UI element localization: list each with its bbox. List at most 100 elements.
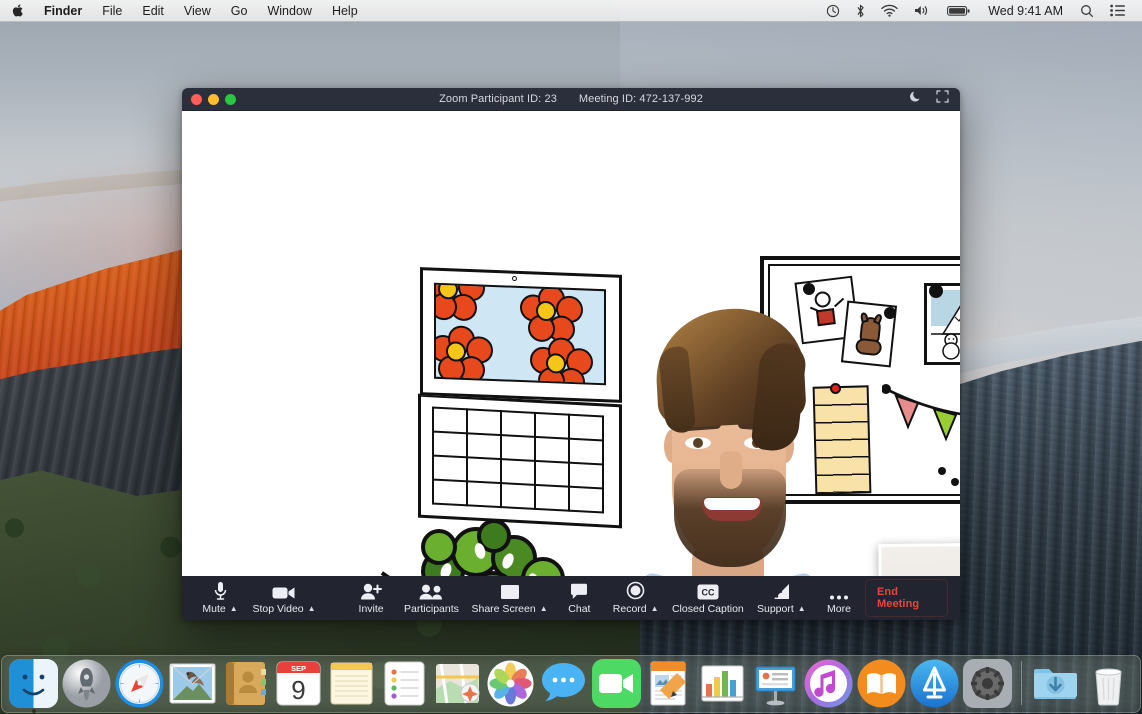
menu-item-edit[interactable]: Edit (132, 0, 174, 22)
chat-bubble-icon (570, 581, 588, 600)
doodle-plant-foliage (417, 523, 569, 576)
speaker-eye-left (685, 437, 711, 449)
zoom-meeting-window: Zoom Participant ID: 23 Meeting ID: 472-… (182, 88, 960, 620)
chat-label: Chat (568, 603, 590, 615)
microphone-icon (213, 581, 228, 600)
dock-item-launchpad[interactable] (62, 659, 111, 708)
mute-button[interactable]: Mute ▲ (194, 576, 246, 620)
doodle-postcard-image (931, 290, 960, 360)
participants-label: Participants (404, 603, 459, 615)
person-add-icon (360, 581, 382, 600)
more-label: More (827, 603, 851, 615)
menu-item-finder[interactable]: Finder (34, 0, 92, 22)
apple-logo-icon[interactable] (10, 3, 34, 18)
menu-item-window[interactable]: Window (257, 0, 321, 22)
dock-item-safari[interactable] (115, 659, 164, 708)
mute-label: Mute (202, 603, 225, 615)
meeting-toolbar: Mute ▲ Stop Video▲ Invite Participants (182, 576, 960, 620)
window-title-bar: Zoom Participant ID: 23 Meeting ID: 472-… (182, 88, 960, 111)
menu-bar-clock[interactable]: Wed 9:41 AM (979, 4, 1072, 18)
chevron-up-icon[interactable]: ▲ (540, 604, 548, 613)
video-camera-icon (272, 581, 296, 600)
support-label: Support (757, 603, 794, 615)
minimize-button[interactable] (208, 94, 219, 105)
dock-item-itunes[interactable] (804, 659, 853, 708)
participant-thumbnail[interactable]: Kuramo Jones (878, 542, 960, 576)
dock-item-finder[interactable] (9, 659, 58, 708)
dock-item-facetime[interactable] (592, 659, 641, 708)
support-button[interactable]: Support ▲ (750, 576, 813, 620)
dock-item-system-preferences[interactable] (963, 659, 1012, 708)
dock-item-mail[interactable] (168, 659, 217, 708)
screen-icon (500, 581, 520, 600)
dock-item-messages[interactable] (539, 659, 588, 708)
participant-id-label: Zoom Participant ID: 23 (439, 93, 557, 105)
invite-label: Invite (359, 603, 384, 615)
dock-item-trash[interactable] (1084, 659, 1133, 708)
video-stage: Kuramo Jones (182, 111, 960, 576)
svg-text:CC: CC (701, 588, 714, 598)
main-speaker-video (580, 251, 880, 576)
spotlight-search-icon[interactable] (1072, 4, 1102, 18)
dock-item-contacts[interactable] (221, 659, 270, 708)
dock-item-reminders[interactable] (380, 659, 429, 708)
wifi-icon[interactable] (873, 4, 906, 17)
maximize-button[interactable] (225, 94, 236, 105)
ellipsis-icon (829, 581, 849, 600)
share-screen-label: Share Screen (472, 603, 536, 615)
closed-caption-button[interactable]: CC Closed Caption (666, 576, 750, 620)
meeting-id-label: Meeting ID: 472-137-992 (579, 93, 703, 105)
chevron-up-icon[interactable]: ▲ (230, 604, 238, 613)
doodle-bunting (882, 383, 960, 453)
calendar-day-label: 9 (291, 675, 305, 705)
dock-item-calendar[interactable]: SEP9 (274, 659, 323, 708)
dock-item-notes[interactable] (327, 659, 376, 708)
menu-bar: Finder File Edit View Go Window Help Wed… (0, 0, 1142, 22)
menu-item-go[interactable]: Go (221, 0, 258, 22)
doodle-laptop-camera (512, 276, 517, 281)
record-label: Record (613, 603, 647, 615)
chevron-up-icon[interactable]: ▲ (308, 604, 316, 613)
menu-item-view[interactable]: View (174, 0, 221, 22)
volume-icon[interactable] (906, 4, 939, 17)
battery-icon[interactable] (939, 5, 979, 17)
chevron-up-icon[interactable]: ▲ (651, 604, 659, 613)
chat-button[interactable]: Chat (553, 576, 605, 620)
menu-item-file[interactable]: File (92, 0, 132, 22)
notification-center-icon[interactable] (1102, 4, 1134, 17)
dock: SEP9 (1, 655, 1141, 713)
more-button[interactable]: More (813, 576, 865, 620)
doodle-dot (951, 478, 959, 486)
window-title: Zoom Participant ID: 23 Meeting ID: 472-… (182, 93, 960, 105)
dock-item-downloads[interactable] (1031, 659, 1080, 708)
moon-icon[interactable] (910, 90, 923, 108)
doodle-pin (929, 284, 943, 298)
close-button[interactable] (191, 94, 202, 105)
end-meeting-button[interactable]: End Meeting (865, 579, 948, 617)
fullscreen-icon[interactable] (936, 90, 949, 108)
dock-separator (1021, 661, 1022, 705)
people-icon (419, 581, 444, 600)
dock-item-ibooks[interactable] (857, 659, 906, 708)
share-screen-button[interactable]: Share Screen ▲ (466, 576, 554, 620)
thumbnail-background (881, 545, 960, 576)
doodle-laptop-keyboard (432, 406, 604, 513)
menu-bar-left: Finder File Edit View Go Window Help (0, 0, 368, 22)
speaker-nose (720, 451, 742, 489)
record-button[interactable]: Record ▲ (605, 576, 666, 620)
menu-item-help[interactable]: Help (322, 0, 368, 22)
doodle-postcard (924, 283, 960, 365)
participants-button[interactable]: Participants (397, 576, 466, 620)
dock-item-numbers[interactable] (698, 659, 747, 708)
bluetooth-icon[interactable] (848, 4, 873, 18)
closed-caption-label: Closed Caption (672, 603, 744, 615)
stop-video-button[interactable]: Stop Video▲ (246, 576, 322, 620)
chevron-up-icon[interactable]: ▲ (798, 604, 806, 613)
time-machine-icon[interactable] (818, 4, 848, 18)
dock-item-pages[interactable] (645, 659, 694, 708)
dock-item-photos[interactable] (486, 659, 535, 708)
dock-item-maps[interactable] (433, 659, 482, 708)
invite-button[interactable]: Invite (345, 576, 397, 620)
dock-item-app-store[interactable] (910, 659, 959, 708)
dock-item-keynote[interactable] (751, 659, 800, 708)
